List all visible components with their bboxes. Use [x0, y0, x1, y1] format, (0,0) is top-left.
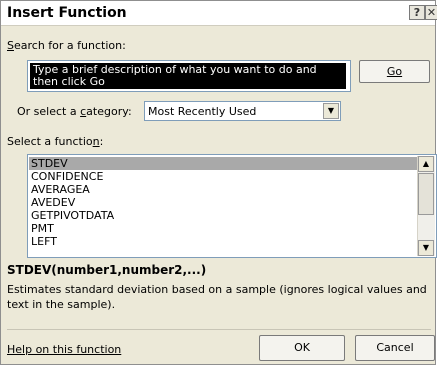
title-bar[interactable]: Insert Function ? ✕ — [1, 1, 437, 26]
close-button[interactable]: ✕ — [425, 5, 437, 20]
help-on-function-link[interactable]: Help on this function — [7, 343, 121, 356]
cancel-button[interactable]: Cancel — [355, 335, 435, 361]
close-icon: ✕ — [426, 6, 437, 19]
function-item-stdev[interactable]: STDEV — [29, 157, 417, 170]
search-label: Search for a function: — [7, 39, 126, 52]
function-item-left[interactable]: LEFT — [31, 235, 57, 248]
chevron-down-icon: ▼ — [422, 243, 430, 252]
chevron-down-icon: ▼ — [327, 106, 335, 115]
function-item-pmt[interactable]: PMT — [31, 222, 54, 235]
divider — [7, 329, 431, 330]
scroll-up-button[interactable]: ▲ — [418, 156, 434, 172]
search-input-text[interactable]: Type a brief description of what you wan… — [30, 63, 346, 89]
search-input[interactable]: Type a brief description of what you wan… — [27, 60, 351, 92]
help-title-button[interactable]: ? — [409, 5, 425, 20]
go-button[interactable]: Go — [359, 60, 430, 83]
chevron-up-icon: ▲ — [422, 159, 430, 168]
function-item-confidence[interactable]: CONFIDENCE — [31, 170, 103, 183]
insert-function-dialog: Insert Function ? ✕ Search for a functio… — [0, 0, 437, 365]
function-list-scrollbar[interactable]: ▲ ▼ — [417, 156, 435, 256]
function-item-averagea[interactable]: AVERAGEA — [31, 183, 90, 196]
function-syntax: STDEV(number1,number2,...) — [7, 263, 207, 277]
ok-button[interactable]: OK — [259, 335, 345, 361]
function-list[interactable]: STDEV CONFIDENCE AVERAGEA AVEDEV GETPIVO… — [27, 154, 437, 258]
scroll-down-button[interactable]: ▼ — [418, 240, 434, 256]
dialog-title: Insert Function — [7, 5, 127, 21]
category-select[interactable]: Most Recently Used ▼ — [144, 101, 341, 121]
function-item-avedev[interactable]: AVEDEV — [31, 196, 75, 209]
category-dropdown-button[interactable]: ▼ — [323, 103, 339, 119]
category-label: Or select a category: — [17, 105, 132, 118]
category-selected-value: Most Recently Used — [148, 105, 257, 118]
scroll-thumb[interactable] — [418, 173, 434, 215]
function-list-label: Select a function: — [7, 135, 104, 148]
question-mark-icon: ? — [413, 6, 421, 19]
function-description: Estimates standard deviation based on a … — [7, 283, 427, 311]
function-item-getpivotdata[interactable]: GETPIVOTDATA — [31, 209, 114, 222]
